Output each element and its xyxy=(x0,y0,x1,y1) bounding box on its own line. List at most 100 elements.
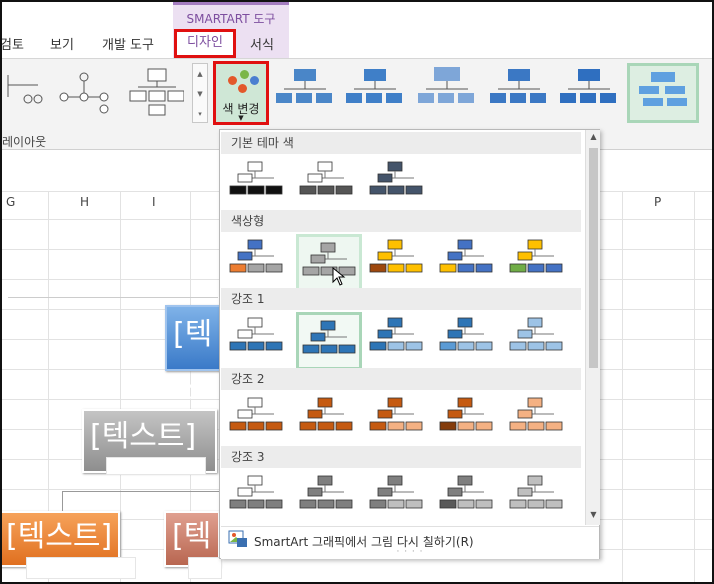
color-option[interactable] xyxy=(296,312,362,370)
palette-dot-orange xyxy=(238,84,247,93)
color-option[interactable] xyxy=(296,392,362,450)
smartart-node-top[interactable]: [텍스트] xyxy=(165,305,225,464)
column-header-h[interactable]: H xyxy=(80,195,89,209)
color-option-preview xyxy=(439,397,493,431)
ribbon-tab-bar: 검토 보기 개발 도구 SMARTART 도구 디자인 서식 xyxy=(2,2,712,58)
column-line xyxy=(120,191,121,582)
dropdown-arrow-icon: ▼ xyxy=(238,114,244,122)
smartart-frame-top xyxy=(8,297,218,298)
color-option-preview xyxy=(439,317,493,351)
color-option-preview xyxy=(229,239,283,273)
color-option[interactable] xyxy=(226,156,292,214)
color-option-preview xyxy=(369,317,423,351)
color-option-preview xyxy=(509,317,563,351)
color-option-preview xyxy=(229,317,283,351)
color-option[interactable] xyxy=(506,312,572,370)
scroll-down-icon[interactable]: ▼ xyxy=(586,510,601,519)
smartart-subtext-box[interactable] xyxy=(106,457,206,475)
column-line xyxy=(622,191,623,582)
layouts-group-label: 레이아웃 xyxy=(2,135,47,149)
column-header-i[interactable]: I xyxy=(152,195,156,209)
palette-dot-blue xyxy=(250,76,259,85)
color-option[interactable] xyxy=(296,234,362,292)
color-option[interactable] xyxy=(226,312,292,370)
color-option-preview xyxy=(509,475,563,509)
color-option-preview xyxy=(229,397,283,431)
color-option[interactable] xyxy=(506,234,572,292)
palette-dot-green xyxy=(240,70,249,79)
color-option-preview xyxy=(299,161,353,195)
color-option-preview xyxy=(299,475,353,509)
color-option-preview xyxy=(369,239,423,273)
color-option[interactable] xyxy=(366,312,432,370)
color-option[interactable] xyxy=(366,470,432,528)
mouse-pointer-icon xyxy=(332,267,346,286)
gallery-section-header: 색상형 xyxy=(221,210,581,232)
gallery-section-header: 강조 1 xyxy=(221,288,581,310)
smartart-style-4[interactable] xyxy=(488,65,548,119)
gallery-section-header: 강조 3 xyxy=(221,446,581,468)
color-option[interactable] xyxy=(226,470,292,528)
gallery-scroll-thumb[interactable] xyxy=(589,148,598,368)
color-option-preview xyxy=(369,475,423,509)
color-option-preview xyxy=(439,239,493,273)
color-option[interactable] xyxy=(296,470,362,528)
color-option[interactable] xyxy=(296,156,362,214)
color-option[interactable] xyxy=(226,234,292,292)
color-option-preview xyxy=(299,397,353,431)
gallery-section-header: 기본 테마 색 xyxy=(221,132,581,154)
color-option[interactable] xyxy=(366,234,432,292)
tab-review[interactable]: 검토 xyxy=(2,34,24,53)
color-option-preview xyxy=(369,397,423,431)
scroll-up-icon[interactable]: ▲ xyxy=(586,132,601,141)
smartart-style-1[interactable] xyxy=(274,65,334,119)
scroll-up-icon[interactable]: ▲ xyxy=(193,64,207,84)
more-icon[interactable]: ▾ xyxy=(193,104,207,124)
color-option[interactable] xyxy=(226,392,292,450)
smartart-style-2[interactable] xyxy=(344,65,404,119)
color-palette-icon xyxy=(228,76,237,85)
smartart-subtext-box[interactable] xyxy=(26,557,136,579)
gallery-scrollbar[interactable]: ▲ ▼ xyxy=(585,130,600,525)
change-colors-button[interactable]: 색 변경 ▼ xyxy=(213,61,269,125)
smartart-connector xyxy=(62,491,222,492)
color-option-preview xyxy=(439,475,493,509)
recolor-pictures-command[interactable]: SmartArt 그래픽에서 그림 다시 칠하기(R) · · · · xyxy=(221,526,599,559)
tab-design[interactable]: 디자인 xyxy=(174,29,236,58)
color-option-preview xyxy=(302,242,356,276)
color-option[interactable] xyxy=(436,312,502,370)
tab-view[interactable]: 보기 xyxy=(50,34,74,53)
color-option-preview xyxy=(369,161,423,195)
color-option[interactable] xyxy=(366,156,432,214)
color-option-preview xyxy=(302,320,356,354)
color-option-preview xyxy=(229,161,283,195)
excel-window: 검토 보기 개발 도구 SMARTART 도구 디자인 서식 ▲ ▼ ▾ 레이아… xyxy=(0,0,714,584)
smartart-style-5[interactable] xyxy=(558,65,618,119)
color-option[interactable] xyxy=(436,470,502,528)
color-option-preview xyxy=(509,239,563,273)
smartart-tools-label: SMARTART 도구 xyxy=(186,12,276,26)
color-option[interactable] xyxy=(436,234,502,292)
layout-option-2[interactable] xyxy=(56,67,112,117)
column-header-g[interactable]: G xyxy=(6,195,15,209)
layout-option-3[interactable] xyxy=(128,67,184,117)
tab-developer[interactable]: 개발 도구 xyxy=(102,34,154,53)
resize-grip-icon[interactable]: · · · · xyxy=(221,547,599,557)
color-option[interactable] xyxy=(366,392,432,450)
smartart-style-3[interactable] xyxy=(416,65,476,119)
change-colors-gallery: ▲ ▼ 기본 테마 색 색상형 강조 1 강조 2 강조 3 SmartArt 그래픽에… xyxy=(219,129,600,559)
smartart-tools-accent xyxy=(173,2,289,5)
smartart-style-6[interactable] xyxy=(627,63,699,123)
layouts-gallery-scroller[interactable]: ▲ ▼ ▾ xyxy=(192,63,208,123)
scroll-down-icon[interactable]: ▼ xyxy=(193,84,207,104)
color-option[interactable] xyxy=(506,470,572,528)
smartart-subtext-box[interactable] xyxy=(188,557,222,579)
layout-option-1[interactable] xyxy=(0,67,48,117)
color-option[interactable] xyxy=(506,392,572,450)
column-line xyxy=(694,191,695,582)
tab-format[interactable]: 서식 xyxy=(250,34,274,53)
column-header-p[interactable]: P xyxy=(654,195,661,209)
color-option-preview xyxy=(229,475,283,509)
color-option[interactable] xyxy=(436,392,502,450)
recolor-pictures-icon xyxy=(228,530,247,547)
